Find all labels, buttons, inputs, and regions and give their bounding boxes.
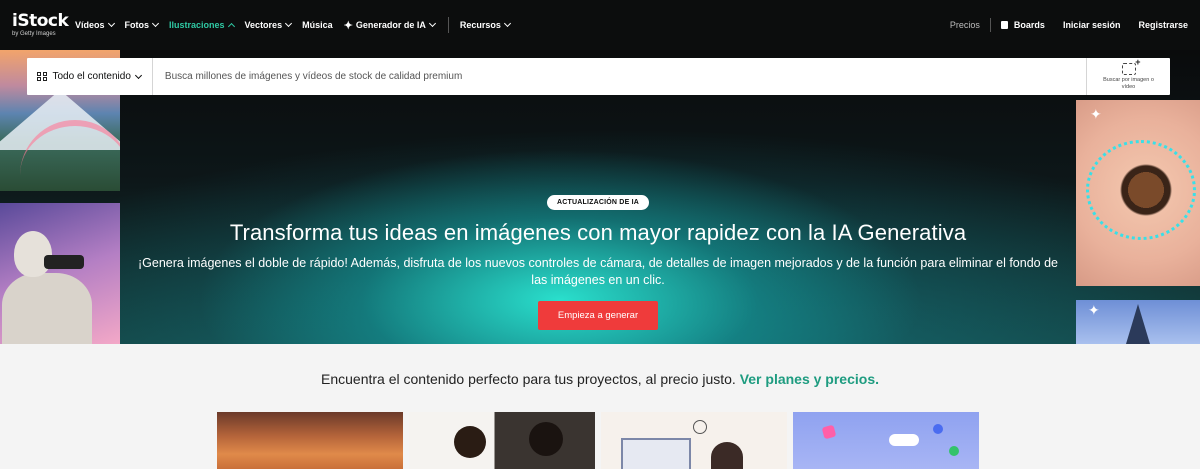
nav-item-resources[interactable]: Recursos xyxy=(459,19,511,30)
thumbnail-people-cooking[interactable] xyxy=(409,412,595,469)
chevron-down-icon xyxy=(285,19,293,28)
eye-closeup-image: ✦ xyxy=(1076,100,1200,286)
pricing-link[interactable]: Precios xyxy=(950,20,980,30)
grid-icon xyxy=(37,71,47,82)
sparkle-icon: ✦ xyxy=(343,19,353,32)
visual-search-button[interactable]: Buscar por imagen o vídeo xyxy=(1086,57,1170,95)
chevron-up-icon xyxy=(227,22,235,31)
nav-item-label: Fotos xyxy=(124,20,150,30)
nav-item-label: Música xyxy=(302,20,333,30)
nav-item-label: Vídeos xyxy=(75,20,105,30)
person-shape xyxy=(711,442,743,469)
pricing-tagline: Encuentra el contenido perfecto para tus… xyxy=(0,371,1200,387)
castle-image: ✦ xyxy=(1076,300,1200,344)
nav-divider xyxy=(447,17,449,33)
account-menu: Precios Boards Iniciar sesión Registrars… xyxy=(950,0,1188,50)
nav-item-vectors[interactable]: Vectores xyxy=(244,19,293,30)
tagline-text: Encuentra el contenido perfecto para tus… xyxy=(321,371,736,387)
chevron-down-icon xyxy=(107,19,115,28)
logo-wordmark: iStock xyxy=(12,11,69,31)
register-link[interactable]: Registrarse xyxy=(1138,20,1188,30)
screen-shape xyxy=(621,438,691,469)
shape-decoration xyxy=(949,446,959,456)
shape-decoration xyxy=(933,424,943,434)
start-generating-button[interactable]: Empieza a generar xyxy=(537,301,659,330)
istock-logo[interactable]: iStock by Getty Images xyxy=(12,11,69,38)
person-shape xyxy=(454,426,486,458)
content-type-label: Todo el contenido xyxy=(52,71,131,82)
login-link[interactable]: Iniciar sesión xyxy=(1063,20,1121,30)
main-menu: Vídeos Fotos Ilustraciones Vectores Músi… xyxy=(75,0,521,50)
sparkle-icon: ✦ xyxy=(1088,302,1100,318)
nav-item-label: Vectores xyxy=(244,20,283,30)
shape-decoration xyxy=(821,424,837,440)
plans-pricing-link[interactable]: Ver planes y precios. xyxy=(740,371,879,387)
castle-tower-shape xyxy=(1126,304,1150,344)
nav-item-ai-generator[interactable]: ✦ Generador de IA xyxy=(343,19,436,32)
nav-item-illustrations[interactable]: Ilustraciones xyxy=(169,20,235,31)
hero-title: Transforma tus ideas en imágenes con may… xyxy=(229,220,967,245)
boards-label: Boards xyxy=(1013,20,1045,30)
content-thumbnails xyxy=(217,412,979,469)
chevron-down-icon xyxy=(428,19,436,28)
chevron-down-icon xyxy=(151,19,160,28)
chevron-down-icon xyxy=(503,19,511,28)
thumbnail-3d-icons[interactable] xyxy=(793,412,979,469)
thumbnail-illustration-workspace[interactable] xyxy=(601,412,787,469)
clock-icon xyxy=(693,420,707,434)
thumbnail-sunset[interactable] xyxy=(217,412,403,469)
nav-item-label: Generador de IA xyxy=(355,20,426,30)
nav-item-music[interactable]: Música xyxy=(302,20,333,30)
search-bar: Todo el contenido Buscar por imagen o ví… xyxy=(27,57,1170,95)
cloud-shape xyxy=(889,434,919,446)
hero-subtitle: ¡Genera imágenes el doble de rápido! Ade… xyxy=(138,256,1058,287)
boards-link[interactable]: Boards xyxy=(1000,20,1045,30)
nav-divider xyxy=(989,18,991,32)
boards-icon xyxy=(1000,21,1008,29)
nav-item-photos[interactable]: Fotos xyxy=(124,19,160,30)
statue-body-shape xyxy=(2,273,92,344)
nav-item-label: Ilustraciones xyxy=(169,20,225,30)
chevron-down-icon xyxy=(134,71,142,79)
image-search-icon xyxy=(1121,57,1141,76)
binoculars-shape xyxy=(44,255,84,269)
statue-head-shape xyxy=(14,231,52,277)
search-input[interactable] xyxy=(152,58,1086,95)
nav-item-label: Recursos xyxy=(459,20,501,30)
hero-content: ACTUALIZACIÓN DE IA Transforma tus ideas… xyxy=(120,145,1076,330)
glitter-dots-shape xyxy=(1086,140,1196,240)
person-shape xyxy=(529,422,563,456)
top-nav: iStock by Getty Images Vídeos Fotos Ilus… xyxy=(0,0,1200,50)
visual-search-label: Buscar por imagen o vídeo xyxy=(1103,77,1154,90)
logo-tagline: by Getty Images xyxy=(12,31,56,37)
ai-update-badge: ACTUALIZACIÓN DE IA xyxy=(547,195,649,210)
statue-binoculars-image xyxy=(0,203,120,344)
nav-item-videos[interactable]: Vídeos xyxy=(75,19,115,30)
sparkle-icon: ✦ xyxy=(1090,106,1102,122)
content-type-dropdown[interactable]: Todo el contenido xyxy=(27,58,153,95)
